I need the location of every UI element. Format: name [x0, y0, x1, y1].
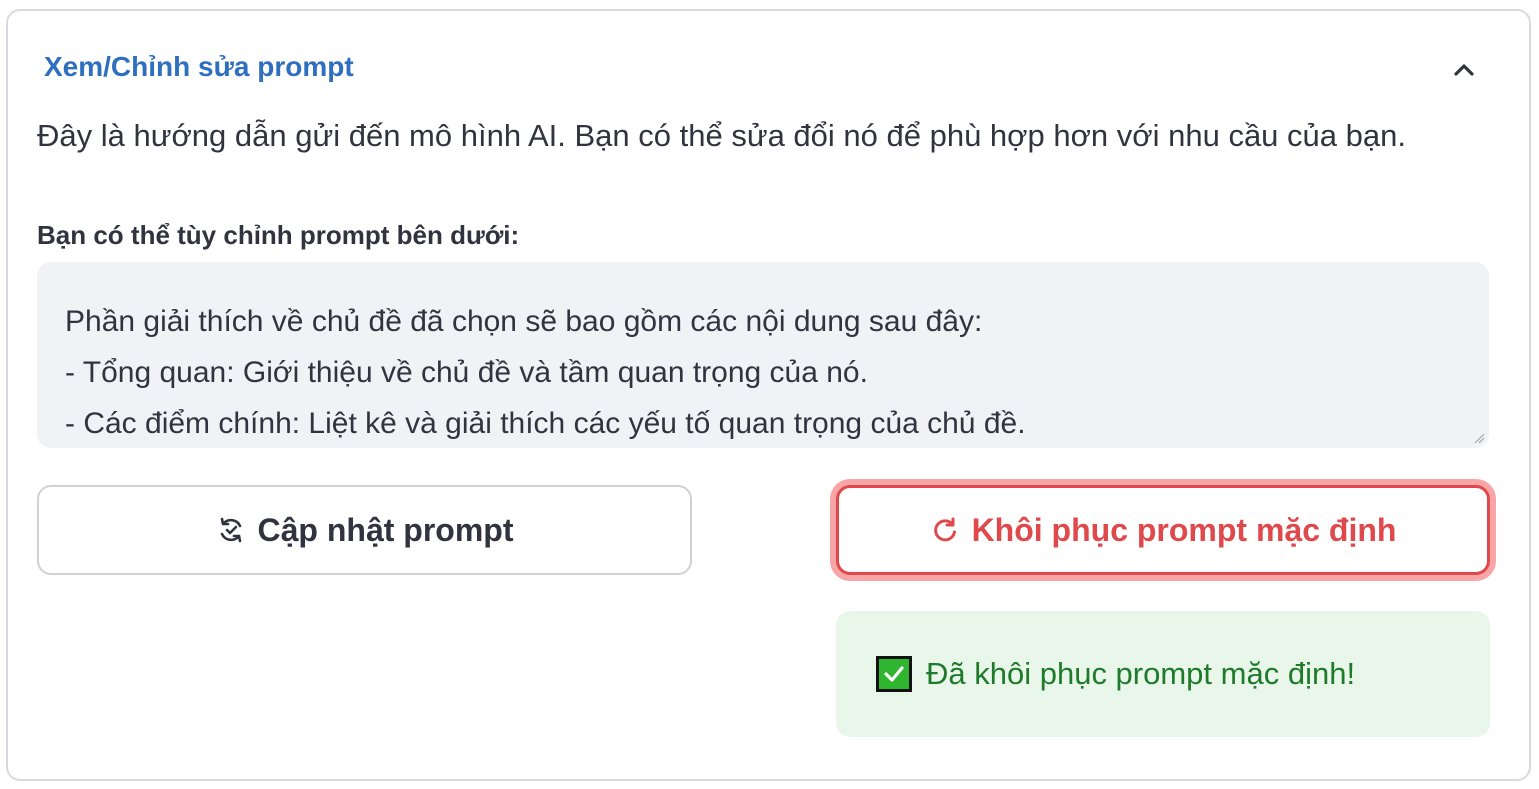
alert-message: Đã khôi phục prompt mặc định!	[926, 656, 1356, 691]
chevron-up-icon[interactable]	[1449, 55, 1479, 85]
sync-icon	[220, 517, 241, 543]
description-text: Đây là hướng dẫn gửi đến mô hình AI. Bạn…	[37, 118, 1406, 153]
update-prompt-label: Cập nhật prompt	[257, 511, 514, 548]
reset-prompt-label: Khôi phục prompt mặc định	[971, 511, 1397, 548]
prompt-line: - Các điểm chính: Liệt kê và giải thích …	[65, 407, 1026, 440]
expander-header[interactable]: Xem/Chỉnh sửa prompt	[44, 47, 1493, 103]
prompt-field-label: Bạn có thể tùy chỉnh prompt bên dưới:	[37, 220, 520, 250]
update-prompt-button[interactable]: Cập nhật prompt	[37, 485, 692, 575]
refresh-icon	[933, 517, 956, 542]
resize-handle-icon[interactable]	[1473, 432, 1485, 444]
reset-prompt-button[interactable]: Khôi phục prompt mặc định	[836, 485, 1490, 575]
expander-title[interactable]: Xem/Chỉnh sửa prompt	[44, 51, 354, 83]
prompt-line: - Tổng quan: Giới thiệu về chủ đề và tầm…	[65, 356, 868, 389]
prompt-line: Phần giải thích về chủ đề đã chọn sẽ bao…	[65, 305, 983, 338]
prompt-textarea[interactable]: Phần giải thích về chủ đề đã chọn sẽ bao…	[37, 262, 1489, 448]
success-alert: Đã khôi phục prompt mặc định!	[836, 611, 1490, 737]
check-mark-icon	[876, 656, 912, 692]
